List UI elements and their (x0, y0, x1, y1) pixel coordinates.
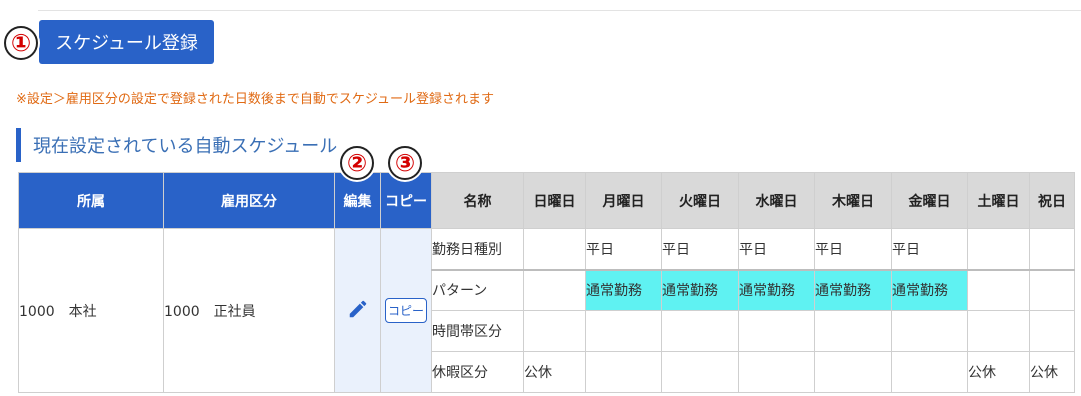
top-divider (38, 10, 1081, 11)
header-employment: 雇用区分 (163, 172, 335, 229)
day-cell: 平日 (814, 228, 892, 270)
header-saturday: 土曜日 (967, 172, 1030, 229)
day-cell (814, 310, 892, 352)
table-row: 1000 本社 1000 正社員 コピー 勤務日種別 平日 平日 平日 平日 平… (18, 228, 1075, 393)
header-friday: 金曜日 (891, 172, 968, 229)
pencil-icon[interactable] (347, 298, 369, 324)
day-cell (891, 310, 968, 352)
day-cell (585, 310, 662, 352)
day-cell (523, 228, 586, 270)
affiliation-cell: 1000 本社 (18, 228, 164, 393)
edit-cell (334, 228, 381, 393)
header-wednesday: 水曜日 (738, 172, 815, 229)
copy-cell: コピー (380, 228, 432, 393)
day-cell (967, 268, 1030, 311)
day-cell: 公休 (523, 351, 586, 393)
pattern-name-cell: パターン (431, 268, 524, 311)
table-header-row: 所属 雇用区分 編集 コピー 名称 日曜日 月曜日 火曜日 水曜日 木曜日 金曜… (18, 172, 1075, 229)
day-cell (967, 228, 1030, 270)
day-cell-work: 通常勤務 (891, 268, 968, 311)
schedule-table: 所属 雇用区分 編集 コピー 名称 日曜日 月曜日 火曜日 水曜日 木曜日 金曜… (18, 172, 1075, 393)
day-cell: 平日 (891, 228, 968, 270)
pattern-name-cell: 時間帯区分 (431, 310, 524, 352)
day-cell (738, 351, 815, 393)
day-cell (738, 310, 815, 352)
day-cell (661, 310, 739, 352)
auto-schedule-note: ※設定＞雇用区分の設定で登録された日数後まで自動でスケジュール登録されます (16, 92, 494, 107)
employment-cell: 1000 正社員 (163, 228, 335, 393)
header-thursday: 木曜日 (814, 172, 892, 229)
pattern-name-cell: 休暇区分 (431, 351, 524, 393)
day-cell (967, 310, 1030, 352)
header-affiliation: 所属 (18, 172, 164, 229)
callout-marker-2: ② (340, 146, 374, 180)
day-cell (1029, 228, 1075, 270)
day-cell: 平日 (738, 228, 815, 270)
day-cell-work: 通常勤務 (661, 268, 739, 311)
day-cell (523, 268, 586, 311)
header-holiday: 祝日 (1029, 172, 1075, 229)
day-cell: 平日 (661, 228, 739, 270)
day-cell: 公休 (967, 351, 1030, 393)
day-cell (891, 351, 968, 393)
header-edit: 編集 (334, 172, 381, 229)
day-cell: 公休 (1029, 351, 1075, 393)
day-cell-work: 通常勤務 (738, 268, 815, 311)
pattern-name-cell: 勤務日種別 (431, 228, 524, 270)
header-copy: コピー (380, 172, 432, 229)
header-tuesday: 火曜日 (661, 172, 739, 229)
schedule-register-button[interactable]: スケジュール登録 (39, 20, 214, 64)
callout-marker-3: ③ (388, 146, 422, 180)
section-title: 現在設定されている自動スケジュール (16, 128, 337, 162)
day-cell: 平日 (585, 228, 662, 270)
callout-marker-1: ① (4, 26, 38, 60)
day-cell (661, 351, 739, 393)
header-monday: 月曜日 (585, 172, 662, 229)
day-cell (585, 351, 662, 393)
copy-button[interactable]: コピー (384, 298, 427, 323)
day-cell (814, 351, 892, 393)
day-cell-work: 通常勤務 (585, 268, 662, 311)
day-cell-work: 通常勤務 (814, 268, 892, 311)
day-cell (523, 310, 586, 352)
header-sunday: 日曜日 (523, 172, 586, 229)
header-name: 名称 (431, 172, 524, 229)
day-cell (1029, 268, 1075, 311)
day-cell (1029, 310, 1075, 352)
